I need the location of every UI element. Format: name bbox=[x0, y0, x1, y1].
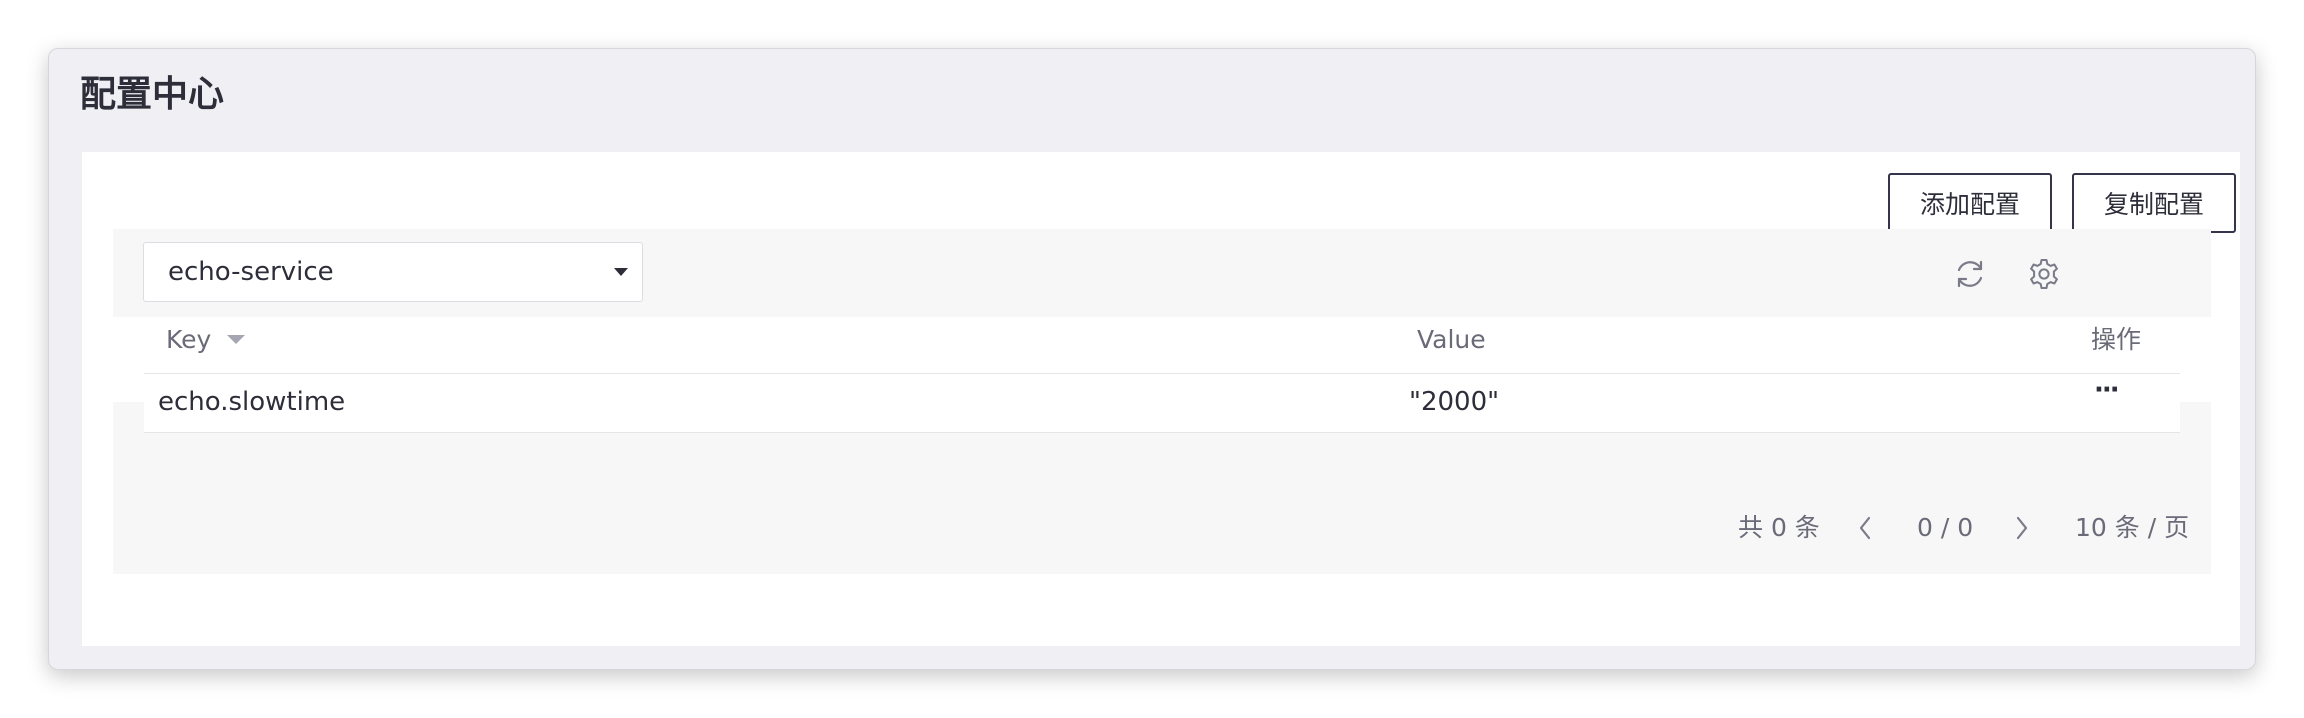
pagination-page: 0 / 0 bbox=[1917, 513, 1974, 542]
column-header-value: Value bbox=[1417, 325, 1486, 354]
pagination-total: 共 0 条 bbox=[1738, 513, 1820, 542]
app-window: 配置中心 添加配置 复制配置 echo-service Key Value 操作… bbox=[48, 48, 2256, 670]
table-header: Key Value 操作 bbox=[144, 317, 2180, 374]
refresh-icon[interactable] bbox=[1953, 257, 1987, 291]
row-key: echo.slowtime bbox=[158, 387, 346, 417]
service-select[interactable]: echo-service bbox=[143, 242, 643, 302]
gear-icon[interactable] bbox=[2027, 257, 2061, 291]
copy-config-button[interactable]: 复制配置 bbox=[2072, 173, 2236, 233]
chevron-right-icon bbox=[2016, 516, 2028, 540]
page-size-select[interactable]: 10 条 / 页 bbox=[2075, 508, 2189, 548]
filter-bar: echo-service bbox=[113, 229, 2211, 317]
row-value: "2000" bbox=[1409, 387, 1500, 417]
more-actions-button[interactable]: ··· bbox=[2094, 362, 2120, 420]
page-title: 配置中心 bbox=[80, 74, 225, 115]
column-header-key-label: Key bbox=[166, 325, 212, 354]
table-row: echo.slowtime "2000" ··· bbox=[144, 374, 2180, 433]
column-header-key[interactable]: Key bbox=[166, 317, 246, 373]
prev-page-button[interactable] bbox=[1857, 508, 1873, 548]
service-select-value: echo-service bbox=[168, 257, 334, 287]
next-page-button[interactable] bbox=[2014, 508, 2030, 548]
chevron-left-icon bbox=[1859, 516, 1871, 540]
content-card: 添加配置 复制配置 echo-service Key Value 操作 echo… bbox=[82, 152, 2240, 646]
add-config-button[interactable]: 添加配置 bbox=[1888, 173, 2052, 233]
caret-down-icon bbox=[614, 268, 628, 276]
sort-caret-icon[interactable] bbox=[227, 334, 246, 344]
